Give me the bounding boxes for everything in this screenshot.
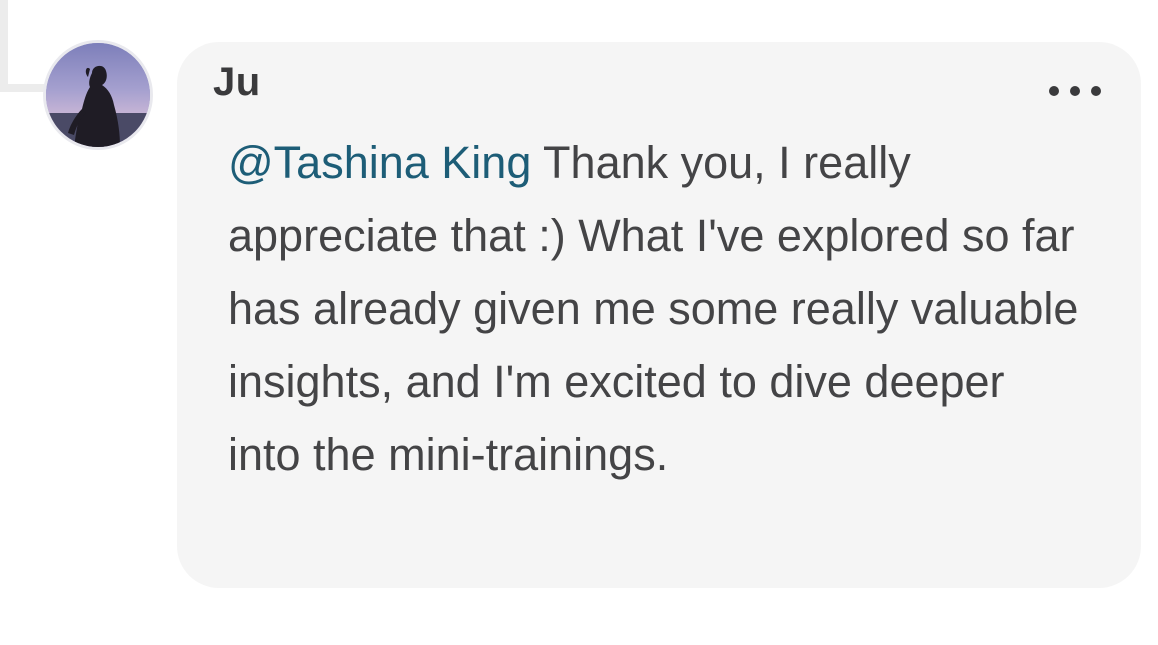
comment-message: @Tashina King Thank you, I really apprec… [228, 126, 1088, 491]
mention-link[interactable]: @Tashina King [228, 137, 531, 188]
more-options-dot [1091, 86, 1101, 96]
more-options-dot [1049, 86, 1059, 96]
avatar-image [46, 43, 150, 147]
more-options-dot [1070, 86, 1080, 96]
more-options-icon[interactable] [1049, 84, 1101, 98]
comment-author-name[interactable]: Ju [213, 60, 261, 105]
avatar[interactable] [46, 43, 150, 147]
comment-bubble: Ju @Tashina King Thank you, I really app… [177, 42, 1141, 588]
thread-connector-line [0, 0, 46, 92]
comment-body-text: Thank you, I really appreciate that :) W… [228, 137, 1079, 480]
